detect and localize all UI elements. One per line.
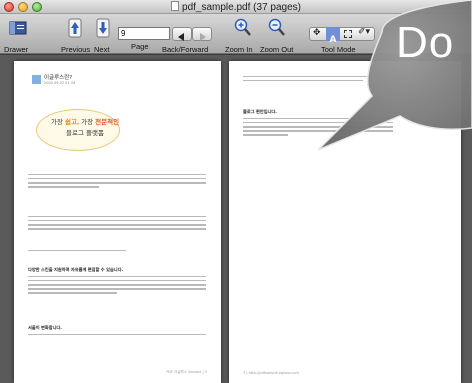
headline-highlight-pro: 전문적인 <box>95 118 120 126</box>
page-label: Page <box>131 42 149 51</box>
previous-label: Previous <box>61 45 91 54</box>
body-paragraph-5 <box>28 331 206 338</box>
annotate-tool-icon[interactable]: ✐▾ <box>358 27 370 37</box>
document-view[interactable]: 이글루스란? 2004.09.02 01:34 가장 쉽고, 가장 전문적인 블… <box>0 55 472 383</box>
window-title-text: pdf_sample.pdf (37 pages) <box>182 2 301 13</box>
pdf-page-left: 이글루스란? 2004.09.02 01:34 가장 쉽고, 가장 전문적인 블… <box>14 61 221 383</box>
select-tool-icon[interactable] <box>344 30 352 38</box>
headline-part: 가장 <box>50 118 65 126</box>
toolbar: Drawer Previous Next Page <box>0 14 472 54</box>
text-tool-glyph: A <box>329 35 337 45</box>
forward-arrow-icon <box>200 33 206 41</box>
zoom-in-icon <box>234 18 251 36</box>
back-arrow-icon <box>178 33 184 41</box>
headline-highlight-easy: 쉽고 <box>64 118 77 126</box>
zoom-in-label: Zoom In <box>225 45 253 54</box>
text-tool-button[interactable]: A <box>326 27 340 45</box>
back-forward-label: Back/Forward <box>162 45 209 54</box>
tool-mode-segmented: ✥ A ✐▾ <box>309 27 375 45</box>
arrow-down-icon <box>96 18 110 38</box>
page-header-logo-icon <box>32 75 41 84</box>
page-footer-left: PDF 이글루스 Sample | 3 <box>166 370 207 374</box>
body-paragraph-4 <box>28 273 206 297</box>
zoom-out-button[interactable]: Zoom Out <box>260 16 294 54</box>
page-footer-right: 3 | http://pdfsample.egloos.com <box>243 371 299 375</box>
back-forward-control: Back/Forward <box>162 16 220 54</box>
window-title: pdf_sample.pdf (37 pages) <box>0 1 472 13</box>
page-number-input[interactable] <box>118 27 170 40</box>
body-paragraph-r2 <box>243 115 393 139</box>
zoom-out-icon <box>268 18 285 36</box>
headline-part: , 가장 <box>76 118 96 126</box>
page-header-date: 2004.09.02 01:34 <box>44 81 76 85</box>
headline-text: 가장 쉽고, 가장 전문적인 블로그 플랫폼 <box>50 117 120 139</box>
zoom-out-label: Zoom Out <box>260 45 294 54</box>
drawer-label: Drawer <box>4 45 29 54</box>
body-paragraph-1 <box>28 171 206 190</box>
tool-mode-control: ✥ A ✐▾ Tool Mode <box>305 16 381 54</box>
body-paragraph-3 <box>28 247 206 254</box>
forward-button[interactable] <box>192 27 212 41</box>
page-header-title: 이글루스란? <box>44 75 73 81</box>
arrow-up-icon <box>68 18 82 38</box>
title-bar: pdf_sample.pdf (37 pages) <box>0 0 472 14</box>
body-paragraph-2 <box>28 213 206 232</box>
drawer-button[interactable]: Drawer <box>4 16 34 54</box>
preview-window: pdf_sample.pdf (37 pages) Drawer Previou… <box>0 0 472 383</box>
next-page-button[interactable]: Next <box>92 16 114 54</box>
zoom-in-button[interactable]: Zoom In <box>225 16 258 54</box>
back-button[interactable] <box>172 27 192 41</box>
drawer-icon <box>9 21 27 35</box>
previous-page-button[interactable]: Previous <box>61 16 91 54</box>
body-paragraph-r1 <box>243 73 393 84</box>
next-label: Next <box>94 45 110 54</box>
pdf-page-right: 블로그 편안입니다. 3 | http://pdfsample.egloos.c… <box>229 61 461 383</box>
move-tool-icon[interactable]: ✥ <box>313 28 321 38</box>
pdf-document-icon <box>171 1 180 11</box>
tool-mode-label: Tool Mode <box>321 45 356 54</box>
headline-line-2: 블로그 플랫폼 <box>66 129 104 137</box>
